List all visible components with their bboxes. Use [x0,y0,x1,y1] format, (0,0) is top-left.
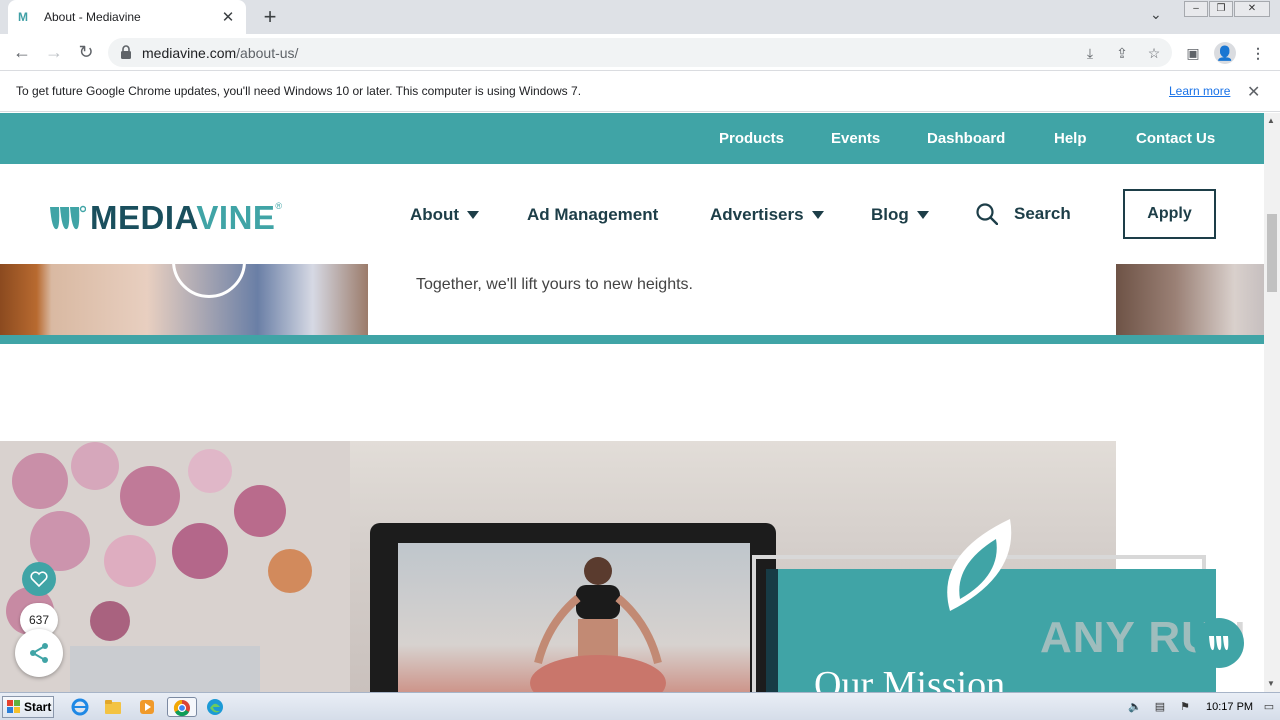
internet-explorer-icon[interactable] [70,697,90,717]
browser-toolbar: ← → ↻ mediavine.com/about-us/ ⤓ ⇪ ☆ ▣ 👤 … [0,34,1280,71]
windows-taskbar: Start 🔈 ▤ ⚑ 10:17 PM ▭ [0,692,1280,720]
mediavine-logo-mark-icon [50,205,86,230]
update-infobar: To get future Google Chrome updates, you… [0,72,1280,112]
nav-advertisers[interactable]: Advertisers [710,205,824,225]
leaf-icon [947,519,1012,611]
nav-ad-management[interactable]: Ad Management [527,205,658,225]
scroll-up-arrow-icon[interactable]: ▲ [1267,116,1275,125]
hero-photo-left [0,264,368,335]
share-nodes-icon [30,643,48,663]
chrome-taskbar-button[interactable] [167,697,197,717]
tab-search-chevron-down-icon[interactable]: ⌄ [1150,6,1162,23]
scroll-down-arrow-icon[interactable]: ▼ [1267,679,1275,688]
section-divider [0,335,1264,344]
install-app-icon[interactable]: ⤓ [1080,43,1100,63]
url-host: mediavine.com [142,45,237,61]
util-link-events[interactable]: Events [831,130,880,147]
tab-close-icon[interactable]: ✕ [220,8,236,26]
hero-paragraph: Together, we'll lift yours to new height… [416,276,693,293]
nav-blog[interactable]: Blog [871,205,929,225]
laptop [370,523,776,692]
start-button[interactable]: Start [2,696,54,718]
window-minimize-icon[interactable]: – [1184,1,1208,17]
mediavine-chat-icon [1209,636,1229,651]
mediavine-favicon-icon: M [18,10,28,24]
logo-text-media: MEDIA [90,199,197,236]
util-link-help[interactable]: Help [1054,130,1087,147]
utility-nav: Products Events Dashboard Help Contact U… [0,113,1264,164]
mission-title: Our Mission [814,664,1006,692]
chat-widget-button[interactable] [1194,618,1244,668]
logo-registered-mark: ® [275,201,283,211]
back-arrow-icon[interactable]: ← [10,41,34,63]
favorite-heart-button[interactable] [22,562,56,596]
hero-circle-decoration [172,264,246,298]
start-label: Start [24,700,52,714]
volume-icon[interactable]: 🔈 [1128,700,1142,714]
new-tab-plus-icon[interactable]: + [258,5,282,29]
profile-avatar-icon[interactable]: 👤 [1214,42,1236,64]
caret-down-icon [811,211,824,219]
share-button[interactable] [15,629,63,677]
windows-flag-icon [7,700,20,713]
tab-title: About - Mediavine [44,10,141,24]
scrollbar-thumb[interactable] [1267,214,1277,292]
address-bar[interactable]: mediavine.com/about-us/ ⤓ ⇪ ☆ [108,38,1172,67]
browser-tab-active[interactable]: M About - Mediavine ✕ [8,0,246,34]
util-link-products[interactable]: Products [719,130,784,147]
nav-ad-management-label: Ad Management [527,205,659,224]
lock-icon [121,45,131,59]
util-link-contact-us[interactable]: Contact Us [1136,130,1215,147]
nav-blog-label: Blog [871,205,909,224]
url-path: /about-us/ [236,45,299,61]
media-player-icon[interactable] [137,697,157,717]
nav-advertisers-label: Advertisers [710,205,804,224]
infobar-learn-more-link[interactable]: Learn more [1169,84,1230,98]
nav-about-label: About [410,205,460,224]
browser-tab-strip: M About - Mediavine ✕ + ⌄ – ❐ ✕ [0,0,1280,34]
util-link-dashboard[interactable]: Dashboard [927,130,1005,147]
nav-search[interactable]: Search [976,203,1071,225]
logo-text-vine: VINE [196,199,276,236]
search-label: Search [1014,204,1071,223]
infobar-message: To get future Google Chrome updates, you… [16,84,582,98]
window-restore-icon[interactable]: ❐ [1209,1,1233,17]
logo-wordmark: MEDIAVINE [90,199,275,237]
forward-arrow-icon[interactable]: → [42,41,66,63]
window-close-icon[interactable]: ✕ [1234,1,1270,17]
search-icon [976,203,998,225]
chrome-icon [173,699,190,717]
show-desktop-icon[interactable]: ▭ [1262,700,1276,714]
share-icon[interactable]: ⇪ [1112,43,1132,63]
action-center-flag-icon[interactable]: ⚑ [1178,700,1192,714]
url-text: mediavine.com/about-us/ [142,45,298,61]
reload-icon[interactable]: ↻ [74,41,98,63]
page-scrollbar[interactable]: ▲ ▼ [1264,113,1280,692]
chrome-menu-icon[interactable]: ⋮ [1247,42,1269,64]
edge-icon[interactable] [205,697,225,717]
heart-icon [30,571,48,587]
caret-down-icon [916,211,929,219]
mediavine-logo[interactable]: MEDIAVINE ® [48,199,282,237]
network-icon[interactable]: ▤ [1153,700,1167,714]
caret-down-icon [467,211,480,219]
hero-photo-right [1116,264,1264,335]
main-header: MEDIAVINE ® About Ad Management Advertis… [0,164,1264,264]
bookmark-star-icon[interactable]: ☆ [1144,43,1164,63]
file-explorer-folder-icon[interactable] [103,697,123,717]
nav-about[interactable]: About [410,205,480,225]
page-viewport: Products Events Dashboard Help Contact U… [0,113,1264,692]
side-panel-icon[interactable]: ▣ [1182,42,1204,64]
taskbar-clock[interactable]: 10:17 PM [1206,701,1253,713]
laptop-screen [398,543,750,692]
infobar-close-icon[interactable]: ✕ [1247,82,1260,102]
apply-button[interactable]: Apply [1123,189,1216,239]
yoga-person-illustration [530,557,666,692]
